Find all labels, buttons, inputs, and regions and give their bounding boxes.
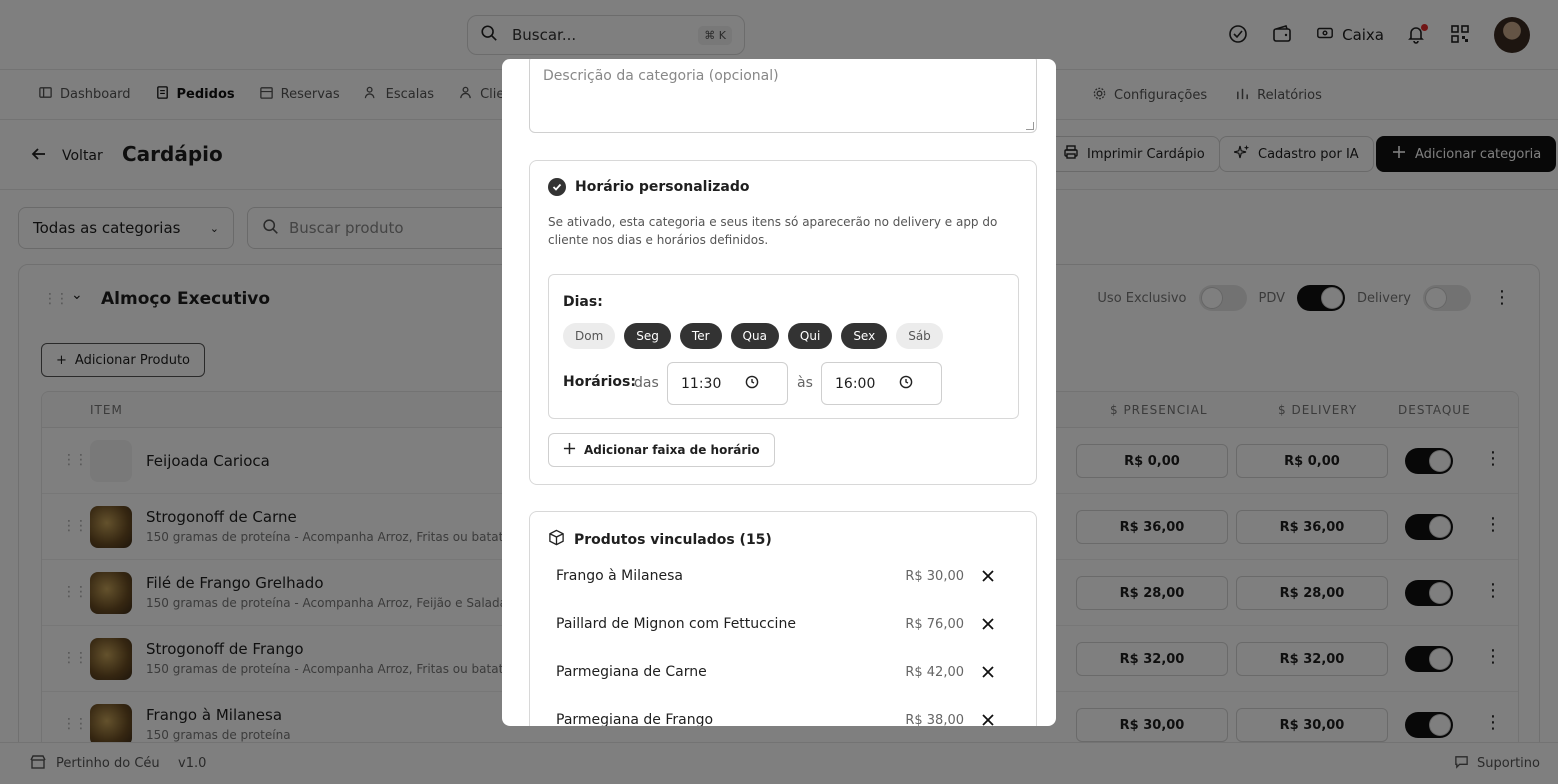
linked-product-price: R$ 30,00 xyxy=(905,568,964,584)
custom-schedule-section: Horário personalizado Se ativado, esta c… xyxy=(529,160,1037,485)
category-description-textarea[interactable]: Descrição da categoria (opcional) xyxy=(529,59,1037,133)
time-range-box: Dias: Dom Seg Ter Qua Qui Sex Sáb Horári… xyxy=(548,274,1019,419)
close-icon[interactable] xyxy=(980,664,996,680)
end-time-input[interactable]: 16:00 xyxy=(821,362,942,405)
clock-icon xyxy=(875,375,913,393)
hours-label: Horários: xyxy=(563,374,636,390)
close-icon[interactable] xyxy=(980,616,996,632)
linked-product-name: Paillard de Mignon com Fettuccine xyxy=(556,616,796,632)
list-item: Parmegiana de Frango R$ 38,00 xyxy=(556,709,996,726)
list-item: Paillard de Mignon com Fettuccine R$ 76,… xyxy=(556,613,996,635)
start-time-input[interactable]: 11:30 xyxy=(667,362,788,405)
day-dom[interactable]: Dom xyxy=(563,323,616,349)
linked-product-price: R$ 76,00 xyxy=(905,616,964,632)
package-icon xyxy=(548,529,565,550)
add-time-range-button[interactable]: Adicionar faixa de horário xyxy=(548,433,775,467)
plus-icon xyxy=(563,442,576,458)
day-seg[interactable]: Seg xyxy=(624,323,671,349)
day-qua[interactable]: Qua xyxy=(730,323,779,349)
list-item: Parmegiana de Carne R$ 42,00 xyxy=(556,661,996,683)
day-sex[interactable]: Sex xyxy=(841,323,888,349)
from-label: das xyxy=(634,375,659,391)
linked-product-name: Frango à Milanesa xyxy=(556,568,683,584)
to-label: às xyxy=(797,375,813,391)
linked-product-price: R$ 38,00 xyxy=(905,712,964,727)
clock-icon xyxy=(721,375,759,393)
close-icon[interactable] xyxy=(980,568,996,584)
linked-product-name: Parmegiana de Carne xyxy=(556,664,707,680)
day-sab[interactable]: Sáb xyxy=(896,323,943,349)
linked-products-section: Produtos vinculados (15) Frango à Milane… xyxy=(529,511,1037,726)
schedule-enabled-checkbox[interactable] xyxy=(548,178,566,196)
list-item: Frango à Milanesa R$ 30,00 xyxy=(556,565,996,587)
days-selector: Dom Seg Ter Qua Qui Sex Sáb xyxy=(563,323,943,349)
category-edit-modal: Descrição da categoria (opcional) Horári… xyxy=(502,59,1056,726)
day-qui[interactable]: Qui xyxy=(787,323,833,349)
schedule-note: Se ativado, esta categoria e seus itens … xyxy=(548,215,998,247)
days-label: Dias: xyxy=(563,294,603,310)
resize-handle-icon[interactable] xyxy=(1026,122,1034,130)
linked-product-name: Parmegiana de Frango xyxy=(556,712,714,726)
day-ter[interactable]: Ter xyxy=(679,323,722,349)
close-icon[interactable] xyxy=(980,712,996,726)
linked-product-price: R$ 42,00 xyxy=(905,664,964,680)
schedule-title: Horário personalizado xyxy=(575,179,750,195)
linked-products-title: Produtos vinculados (15) xyxy=(574,531,772,548)
